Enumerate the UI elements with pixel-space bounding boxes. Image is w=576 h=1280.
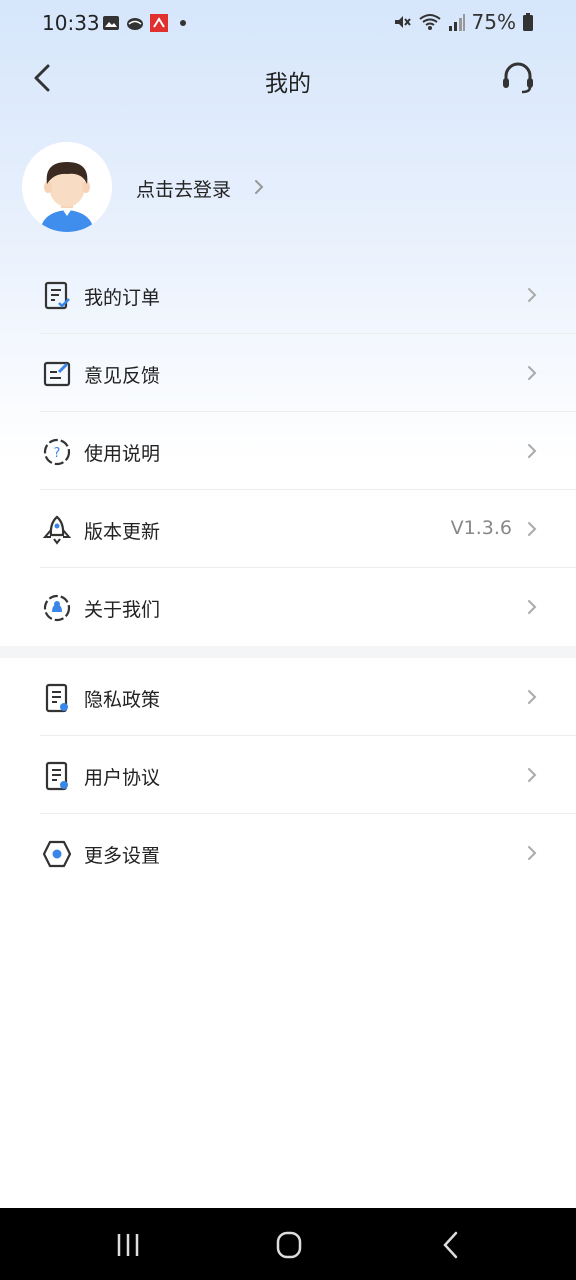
- cloud-icon: [127, 18, 143, 30]
- page-title: 我的: [265, 71, 311, 97]
- chevron-right-icon: [528, 600, 537, 614]
- dot-icon: [180, 20, 186, 26]
- menu-item-label: 更多设置: [84, 845, 161, 867]
- agreement-doc-icon: [45, 761, 68, 791]
- app-icon: [150, 14, 168, 32]
- menu-item-more-settings[interactable]: 更多设置: [0, 814, 576, 892]
- status-right-icons: 75%: [392, 10, 534, 34]
- login-label[interactable]: 点击去登录: [136, 175, 231, 202]
- chevron-right-icon: [528, 444, 537, 458]
- rocket-icon: [42, 515, 72, 545]
- chevron-right-icon: [255, 180, 264, 194]
- wifi-icon: [418, 14, 441, 30]
- chevron-right-icon: [528, 690, 537, 704]
- login-profile-row[interactable]: 点击去登录: [22, 142, 542, 234]
- avatar[interactable]: [22, 142, 112, 232]
- menu-group-primary: 我的订单 意见反馈 ? 使用说明 版本更新 V1.3.6 关于我们: [0, 256, 576, 646]
- chevron-right-icon: [528, 846, 537, 860]
- menu-item-about[interactable]: 关于我们: [0, 568, 576, 646]
- home-icon[interactable]: [269, 1230, 309, 1260]
- chevron-right-icon: [528, 288, 537, 302]
- menu-group-secondary: 隐私政策 用户协议 更多设置: [0, 658, 576, 892]
- status-bar: 10:33 75%: [0, 0, 576, 48]
- signal-icon: [448, 14, 465, 31]
- app-header: 我的: [0, 48, 576, 108]
- menu-item-privacy-policy[interactable]: 隐私政策: [0, 658, 576, 736]
- section-divider: [0, 646, 576, 658]
- gallery-icon: [103, 16, 119, 30]
- menu-item-label: 关于我们: [84, 599, 161, 621]
- menu-item-help[interactable]: ? 使用说明: [0, 412, 576, 490]
- help-icon: ?: [43, 438, 71, 466]
- menu-item-label: 隐私政策: [84, 689, 161, 711]
- chevron-right-icon: [528, 522, 537, 536]
- menu-item-label: 使用说明: [84, 443, 161, 465]
- privacy-doc-icon: [45, 683, 68, 713]
- status-time: 10:33: [42, 11, 100, 35]
- about-icon: [43, 594, 71, 622]
- order-icon: [44, 281, 70, 310]
- menu-item-version-update[interactable]: 版本更新 V1.3.6: [0, 490, 576, 568]
- battery-icon: [523, 13, 533, 31]
- back-nav-icon[interactable]: [432, 1230, 472, 1260]
- menu-item-label: 我的订单: [84, 287, 161, 309]
- avatar-icon: [22, 142, 112, 232]
- mute-icon: [394, 16, 411, 28]
- menu-item-orders[interactable]: 我的订单: [0, 256, 576, 334]
- headset-icon[interactable]: [500, 60, 536, 96]
- menu-item-user-agreement[interactable]: 用户协议: [0, 736, 576, 814]
- menu-item-label: 版本更新: [84, 521, 161, 543]
- version-value: V1.3.6: [450, 517, 512, 539]
- svg-text:?: ?: [54, 446, 61, 461]
- chevron-right-icon: [528, 768, 537, 782]
- battery-percent: 75%: [471, 10, 516, 34]
- status-left-icons: [102, 14, 192, 32]
- feedback-icon: [43, 361, 71, 387]
- settings-hex-icon: [42, 840, 72, 868]
- menu-item-feedback[interactable]: 意见反馈: [0, 334, 576, 412]
- menu-item-label: 用户协议: [84, 767, 161, 789]
- chevron-right-icon: [528, 366, 537, 380]
- system-navigation-bar: [0, 1208, 576, 1280]
- recent-apps-icon[interactable]: [108, 1230, 148, 1260]
- menu-item-label: 意见反馈: [84, 365, 161, 387]
